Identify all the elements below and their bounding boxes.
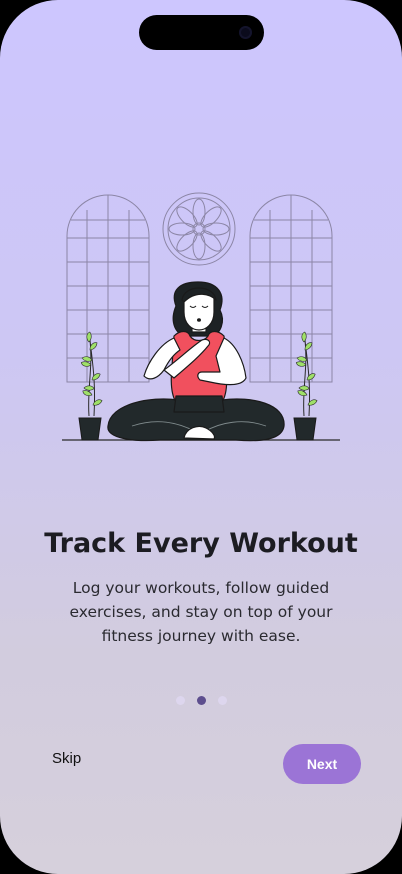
dynamic-island [139,15,264,50]
right-plant [293,331,319,441]
front-camera-icon [239,26,252,39]
skip-button[interactable]: Skip [52,750,81,767]
pagination-dot-3[interactable] [217,696,227,705]
left-plant [78,331,104,441]
meditating-woman-illustration [62,192,340,442]
page-description: Log your workouts, follow guided exercis… [69,579,333,645]
pagination-dots [0,696,402,705]
woman-figure [107,281,285,442]
pagination-dot-2[interactable] [196,696,206,705]
left-window [66,194,150,383]
page-title: Track Every Workout [44,528,358,559]
pagination-dot-1[interactable] [175,696,185,705]
right-window [249,194,333,383]
next-button[interactable]: Next [283,744,361,784]
rosette-window [162,192,236,266]
onboarding-screen: Track Every Workout Log your workouts, f… [0,0,402,874]
